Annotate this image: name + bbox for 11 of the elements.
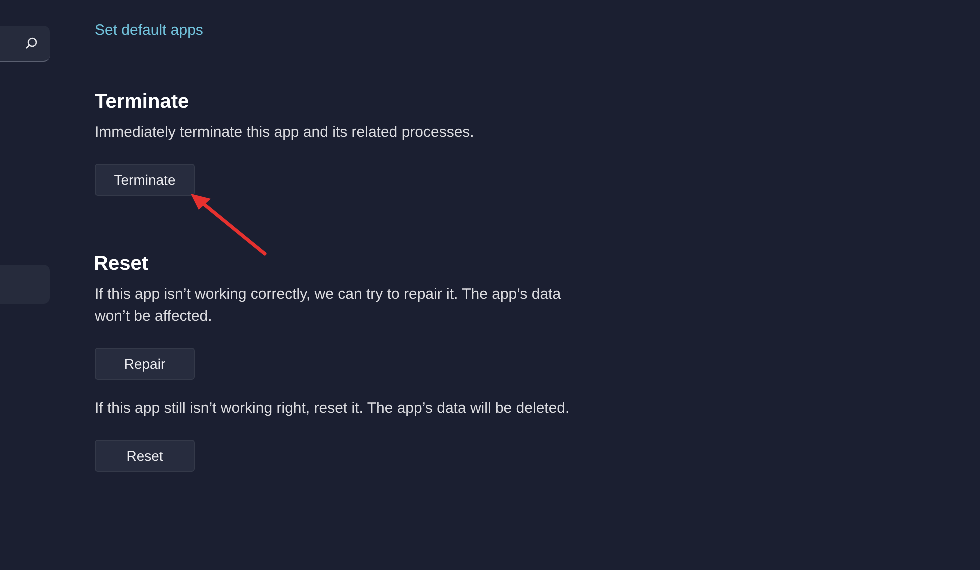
action-button[interactable]: Terminate <box>95 164 195 196</box>
description-text: If this app still isn’t working right, reset it. The app’s data will be deleted. <box>95 399 571 419</box>
description-text: If this app isn’t working correctly, we can try to repair it. The app’s data won’t be affected. <box>95 285 562 327</box>
description-text: Immediately terminate this app and its related processes. <box>95 123 476 143</box>
set-default-apps-link[interactable]: Set default apps <box>95 20 204 42</box>
action-button[interactable]: Reset <box>95 440 195 472</box>
search-icon <box>25 37 38 50</box>
section-heading: Terminate <box>95 90 190 115</box>
section-heading: Reset <box>94 252 148 277</box>
search-field[interactable] <box>0 26 50 62</box>
action-button[interactable]: Repair <box>95 348 195 380</box>
